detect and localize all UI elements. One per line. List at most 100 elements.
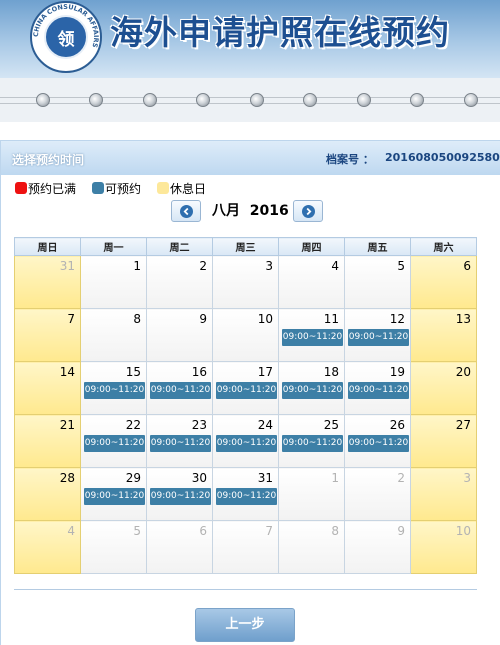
calendar-day-cell: 3 xyxy=(410,467,477,521)
calendar-day-cell: 2 xyxy=(146,255,213,309)
available-time-slot[interactable]: 09:00~11:20 xyxy=(84,435,145,452)
available-time-slot[interactable]: 09:00~11:20 xyxy=(282,435,343,452)
day-number: 10 xyxy=(257,312,273,326)
weekday-wednesday: 周三 xyxy=(212,237,279,256)
day-number: 31 xyxy=(59,259,75,273)
progress-step-dot xyxy=(36,93,50,107)
calendar-day-cell: 5 xyxy=(80,520,147,574)
calendar-day-cell: 4 xyxy=(14,520,81,574)
day-number: 14 xyxy=(59,365,75,379)
prev-month-button[interactable] xyxy=(171,200,201,222)
available-time-slot[interactable]: 09:00~11:20 xyxy=(282,382,343,399)
progress-step-dot xyxy=(410,93,424,107)
legend-swatch-available xyxy=(92,182,104,194)
day-number: 25 xyxy=(323,418,339,432)
available-time-slot[interactable]: 09:00~11:20 xyxy=(348,435,409,452)
calendar-day-cell[interactable]: 15 09:00~11:20 xyxy=(80,361,147,415)
calendar-day-cell: 13 xyxy=(410,308,477,362)
calendar-day-cell: 14 xyxy=(14,361,81,415)
available-time-slot[interactable]: 09:00~11:20 xyxy=(348,329,409,346)
progress-step-dot xyxy=(357,93,371,107)
divider xyxy=(14,589,477,590)
calendar-day-cell[interactable]: 18 09:00~11:20 xyxy=(278,361,345,415)
calendar-week-row: 4 5 6 7 8 9 10 xyxy=(14,520,477,574)
available-time-slot[interactable]: 09:00~11:20 xyxy=(84,488,145,505)
calendar-day-cell[interactable]: 29 09:00~11:20 xyxy=(80,467,147,521)
day-number: 10 xyxy=(455,524,471,538)
day-number: 3 xyxy=(265,259,273,273)
day-number: 16 xyxy=(191,365,207,379)
calendar-day-cell[interactable]: 26 09:00~11:20 xyxy=(344,414,411,468)
calendar-day-cell: 2 xyxy=(344,467,411,521)
available-time-slot[interactable]: 09:00~11:20 xyxy=(216,435,277,452)
calendar-day-cell: 8 xyxy=(278,520,345,574)
day-number: 27 xyxy=(455,418,471,432)
site-header: CHINA CONSULAR AFFAIRS 领 海外申请护照在线预约 xyxy=(0,0,500,78)
legend-swatch-full xyxy=(15,182,27,194)
calendar-day-cell: 7 xyxy=(14,308,81,362)
progress-step-dot xyxy=(250,93,264,107)
legend-available: 可预约 xyxy=(92,181,141,196)
legend-rest-day: 休息日 xyxy=(157,181,206,196)
weekday-thursday: 周四 xyxy=(278,237,345,256)
day-number: 3 xyxy=(463,471,471,485)
calendar-day-cell[interactable]: 31 09:00~11:20 xyxy=(212,467,279,521)
available-time-slot[interactable]: 09:00~11:20 xyxy=(216,488,277,505)
progress-step-dot xyxy=(464,93,478,107)
next-month-button[interactable] xyxy=(293,200,323,222)
day-number: 31 xyxy=(257,471,273,485)
calendar-day-cell: 8 xyxy=(80,308,147,362)
day-number: 21 xyxy=(59,418,75,432)
calendar-day-cell: 4 xyxy=(278,255,345,309)
calendar-day-cell[interactable]: 23 09:00~11:20 xyxy=(146,414,213,468)
calendar-day-cell[interactable]: 17 09:00~11:20 xyxy=(212,361,279,415)
previous-step-button[interactable]: 上一步 xyxy=(195,608,295,642)
legend-label: 预约已满 xyxy=(28,181,77,196)
day-number: 6 xyxy=(463,259,471,273)
file-number-value: 201608050092580 xyxy=(385,151,500,164)
calendar-day-cell[interactable]: 11 09:00~11:20 xyxy=(278,308,345,362)
available-time-slot[interactable]: 09:00~11:20 xyxy=(84,382,145,399)
calendar-day-cell: 5 xyxy=(344,255,411,309)
calendar-day-cell[interactable]: 22 09:00~11:20 xyxy=(80,414,147,468)
weekday-sunday: 周日 xyxy=(14,237,81,256)
day-number: 17 xyxy=(257,365,273,379)
calendar-day-cell: 10 xyxy=(212,308,279,362)
available-time-slot[interactable]: 09:00~11:20 xyxy=(150,488,211,505)
day-number: 30 xyxy=(191,471,207,485)
calendar-day-cell[interactable]: 24 09:00~11:20 xyxy=(212,414,279,468)
logo-character: 领 xyxy=(57,30,75,50)
day-number: 19 xyxy=(389,365,405,379)
calendar-day-cell[interactable]: 25 09:00~11:20 xyxy=(278,414,345,468)
day-number: 1 xyxy=(133,259,141,273)
panel-title: 选择预约时间 xyxy=(12,153,85,167)
calendar-week-row: 14 15 09:00~11:20 16 09:00~11:20 17 09:00~11:2… xyxy=(14,361,477,415)
available-time-slot[interactable]: 09:00~11:20 xyxy=(150,435,211,452)
day-number: 2 xyxy=(199,259,207,273)
appointment-panel: 选择预约时间 档案号 ： 201608050092580 预约已满 可预约 休息… xyxy=(0,140,500,645)
available-time-slot[interactable]: 09:00~11:20 xyxy=(282,329,343,346)
current-month: 八月 2016 xyxy=(212,200,289,220)
calendar-day-cell[interactable]: 12 09:00~11:20 xyxy=(344,308,411,362)
day-number: 20 xyxy=(455,365,471,379)
day-number: 8 xyxy=(133,312,141,326)
day-number: 6 xyxy=(199,524,207,538)
available-time-slot[interactable]: 09:00~11:20 xyxy=(150,382,211,399)
calendar-day-cell[interactable]: 16 09:00~11:20 xyxy=(146,361,213,415)
calendar-day-cell[interactable]: 30 09:00~11:20 xyxy=(146,467,213,521)
available-time-slot[interactable]: 09:00~11:20 xyxy=(348,382,409,399)
day-number: 7 xyxy=(67,312,75,326)
weekday-saturday: 周六 xyxy=(410,237,477,256)
logo-emblem: 领 xyxy=(44,15,88,59)
calendar-day-cell[interactable]: 19 09:00~11:20 xyxy=(344,361,411,415)
calendar-day-cell: 9 xyxy=(344,520,411,574)
weekday-monday: 周一 xyxy=(80,237,147,256)
progress-step-dot xyxy=(196,93,210,107)
day-number: 4 xyxy=(331,259,339,273)
day-number: 13 xyxy=(455,312,471,326)
calendar-week-row: 28 29 09:00~11:20 30 09:00~11:20 31 09:00~11:2… xyxy=(14,467,477,521)
calendar-day-cell: 1 xyxy=(80,255,147,309)
legend-full: 预约已满 xyxy=(15,181,77,196)
available-time-slot[interactable]: 09:00~11:20 xyxy=(216,382,277,399)
day-number: 7 xyxy=(265,524,273,538)
